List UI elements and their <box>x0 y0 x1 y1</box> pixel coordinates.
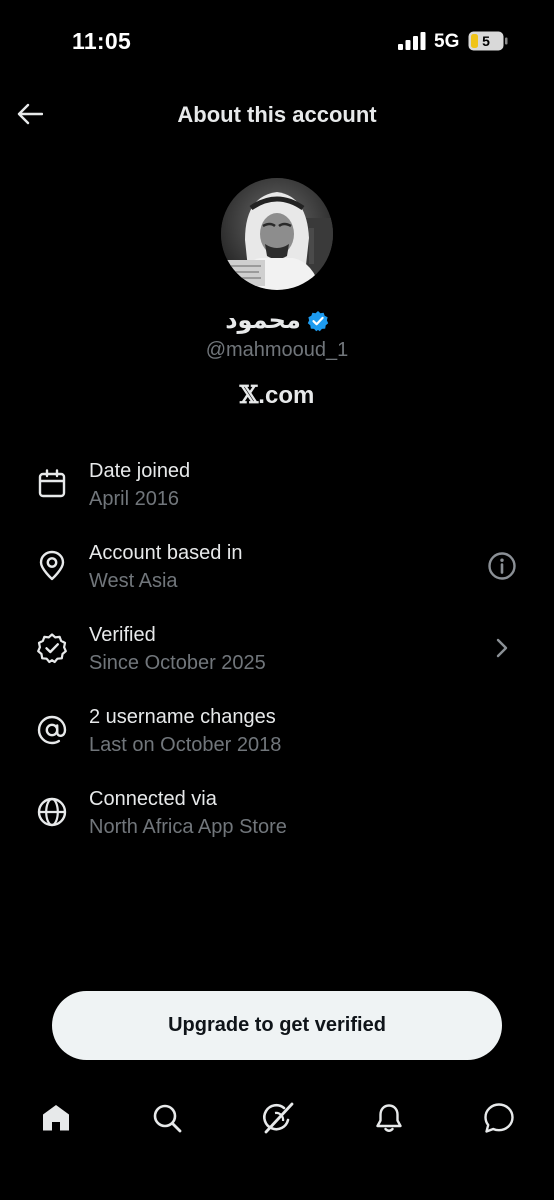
verified-seal-icon <box>37 633 67 664</box>
search-icon <box>153 1104 182 1133</box>
avatar[interactable] <box>221 178 333 290</box>
status-time: 11:05 <box>72 28 132 54</box>
about-account-screen: 11:05 5G 5 About this account محمود @mah… <box>0 0 554 1200</box>
upgrade-to-verified-button[interactable]: Upgrade to get verified <box>52 991 502 1060</box>
info-row-connected-via: Connected via North Africa App Store <box>0 780 554 862</box>
verified-chevron[interactable] <box>486 632 518 664</box>
info-subtitle: North Africa App Store <box>89 816 287 838</box>
info-subtitle: Last on October 2018 <box>89 734 282 756</box>
info-row-username-changes: 2 username changes Last on October 2018 <box>0 698 554 780</box>
bell-icon <box>376 1104 402 1132</box>
messages-icon <box>484 1103 514 1133</box>
chevron-right-icon <box>496 638 508 658</box>
location-pin-icon <box>39 550 65 581</box>
site-link[interactable]: 𝕏.com <box>0 380 554 410</box>
bottom-nav-bar <box>0 1088 554 1148</box>
info-subtitle: Since October 2025 <box>89 652 266 674</box>
status-bar: 11:05 5G 5 <box>0 0 554 82</box>
avatar-photo <box>221 178 333 290</box>
site-suffix: .com <box>258 382 315 409</box>
verified-badge-icon <box>307 310 328 331</box>
nav-home[interactable] <box>36 1098 76 1138</box>
display-name-row: محمود <box>0 306 554 335</box>
info-row-verified[interactable]: Verified Since October 2025 <box>0 616 554 698</box>
location-info-button[interactable] <box>486 550 518 582</box>
info-title: Date joined <box>89 460 191 482</box>
battery-level: 5 <box>482 33 490 49</box>
signal-bars-icon <box>398 32 426 50</box>
battery-icon: 5 <box>468 31 508 51</box>
account-info-list: Date joined April 2016 Account based in … <box>0 452 554 862</box>
network-type: 5G <box>434 31 460 52</box>
info-title: Account based in <box>89 542 243 564</box>
nav-search[interactable] <box>147 1098 187 1138</box>
page-title: About this account <box>177 102 377 127</box>
grok-icon <box>263 1102 294 1134</box>
app-header: About this account <box>0 86 554 144</box>
info-row-date-joined: Date joined April 2016 <box>0 452 554 534</box>
info-subtitle: West Asia <box>89 570 178 592</box>
calendar-icon <box>38 469 66 498</box>
info-title: Verified <box>89 624 156 646</box>
display-name: محمود <box>225 307 301 334</box>
nav-messages[interactable] <box>479 1098 519 1138</box>
x-logo-mark: 𝕏 <box>239 380 259 409</box>
home-icon <box>43 1105 69 1131</box>
info-title: 2 username changes <box>89 706 276 728</box>
info-title: Connected via <box>89 788 217 810</box>
info-row-account-based-in: Account based in West Asia <box>0 534 554 616</box>
at-sign-icon <box>37 715 67 745</box>
nav-notifications[interactable] <box>369 1098 409 1138</box>
username-handle: @mahmooud_1 <box>205 339 349 361</box>
nav-grok[interactable] <box>258 1098 298 1138</box>
info-icon <box>488 552 516 580</box>
info-subtitle: April 2016 <box>89 488 180 510</box>
globe-icon <box>37 797 67 827</box>
